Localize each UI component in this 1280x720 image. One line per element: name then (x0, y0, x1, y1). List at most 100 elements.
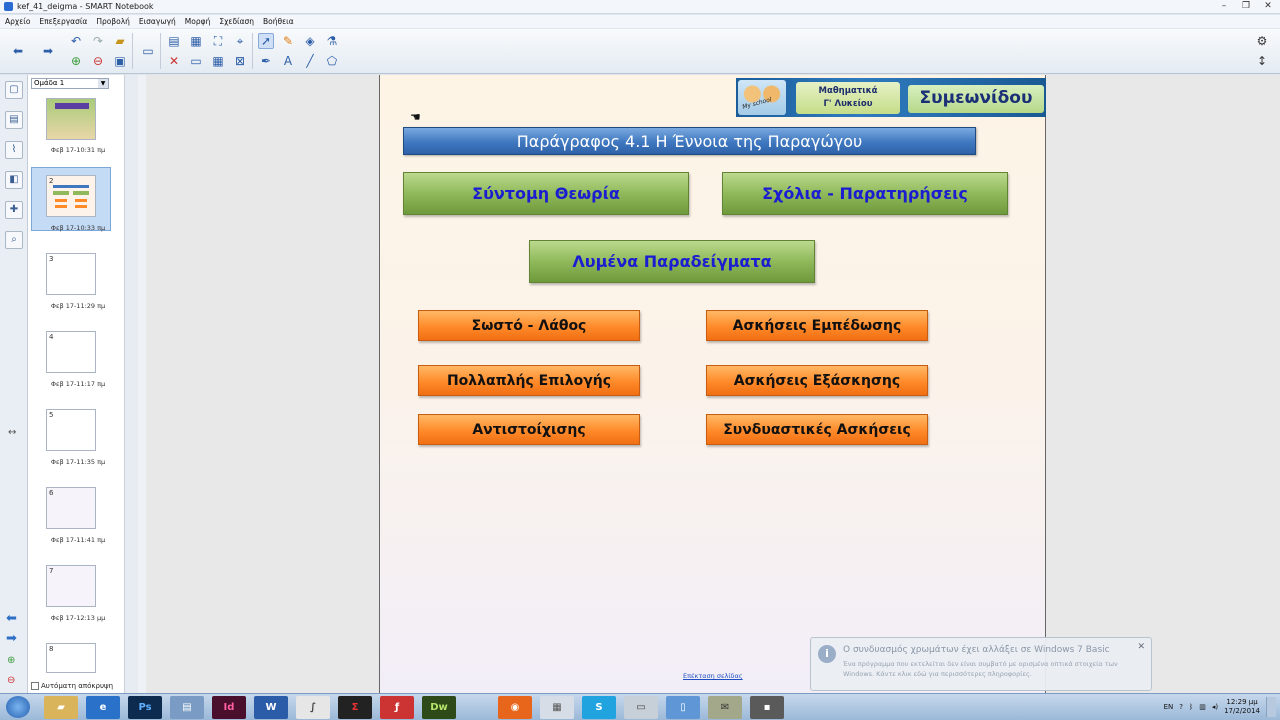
attachments-tab-icon[interactable]: ⌇ (5, 141, 23, 159)
menu-view[interactable]: Προβολή (96, 17, 130, 26)
flash-icon[interactable]: ƒ (380, 696, 414, 719)
indesign-icon[interactable]: Id (212, 696, 246, 719)
menu-draw[interactable]: Σχεδίαση (219, 17, 254, 26)
sidebar-delete-page-icon[interactable]: ⊖ (7, 675, 15, 686)
start-button[interactable] (6, 696, 30, 718)
text-tool-icon[interactable]: A (280, 53, 296, 69)
capture-icon[interactable]: ⌖ (232, 33, 248, 49)
language-indicator[interactable]: EN (1164, 703, 1174, 711)
solved-examples-button[interactable]: Λυμένα Παραδείγματα (529, 240, 815, 283)
search-tab-icon[interactable]: ⌕ (5, 231, 23, 249)
page-thumbnail-3[interactable]: 3 (46, 253, 96, 295)
word-icon[interactable]: W (254, 696, 288, 719)
clock[interactable]: 12:29 μμ 17/2/2014 (1224, 698, 1260, 716)
network-icon[interactable]: ▥ (1199, 703, 1206, 711)
notebook-page-canvas[interactable]: My school Μαθηματικά Γ' Λυκείου Συμεωνίδ… (379, 75, 1046, 693)
combined-exercises-button[interactable]: Συνδυαστικές Ασκήσεις (706, 414, 928, 445)
tex-icon[interactable]: Σ (338, 696, 372, 719)
notification-balloon[interactable]: i Ο συνδυασμός χρωμάτων έχει αλλάξει σε … (810, 637, 1152, 691)
calculator-icon[interactable]: ▦ (540, 696, 574, 719)
dual-page-icon[interactable]: ▭ (188, 53, 204, 69)
settings-gear-icon[interactable]: ⚙ (1254, 33, 1270, 49)
shape-tool-icon[interactable]: ⬠ (324, 53, 340, 69)
table-icon[interactable]: ▦ (210, 53, 226, 69)
undo-icon[interactable]: ↶ (68, 33, 84, 49)
smart-notebook-task-icon[interactable]: ▯ (666, 696, 700, 719)
page-thumbnail-8[interactable]: 8 (46, 643, 96, 673)
sidebar-back-icon[interactable]: ⬅ (6, 611, 17, 626)
maximize-button[interactable]: ❐ (1238, 1, 1254, 12)
comments-remarks-button[interactable]: Σχόλια - Παρατηρήσεις (722, 172, 1008, 215)
firefox-icon[interactable]: ◉ (498, 696, 532, 719)
dreamweaver-icon[interactable]: Dw (422, 696, 456, 719)
notebook-app-icon[interactable]: ▤ (170, 696, 204, 719)
sidebar-forward-icon[interactable]: ➡ (6, 631, 17, 646)
move-toolbar-icon[interactable]: ↕ (1254, 53, 1270, 69)
extend-page-link[interactable]: Επέκταση σελίδας (683, 672, 743, 680)
page-sorter-tab-icon[interactable]: ▢ (5, 81, 23, 99)
volume-icon[interactable]: ◂) (1212, 703, 1218, 711)
mathtype-icon[interactable]: ∫ (296, 696, 330, 719)
page-thumbnail-7[interactable]: 7 (46, 565, 96, 607)
practice-exercises-button[interactable]: Ασκήσεις Εξάσκησης (706, 365, 928, 396)
addons-tab-icon[interactable]: ✚ (5, 201, 23, 219)
multiple-choice-button[interactable]: Πολλαπλής Επιλογής (418, 365, 640, 396)
delete-page-icon[interactable]: ⊖ (90, 53, 106, 69)
help-icon[interactable]: ? (1179, 703, 1183, 711)
toolbar: ⬅ ➡ ↶ ↷ ▰ ⊕ ⊖ ▣ ▭ ▤ ▦ ⛶ ⌖ ✕ ▭ ▦ ⊠ ➚ ✎ ◈ … (0, 29, 1280, 74)
photoshop-icon[interactable]: Ps (128, 696, 162, 719)
page-thumbnail-6[interactable]: 6 (46, 487, 96, 529)
misc-app-icon[interactable]: ▪ (750, 696, 784, 719)
previous-page-icon[interactable]: ⬅ (10, 43, 26, 59)
page-thumbnail-5[interactable]: 5 (46, 409, 96, 451)
mail-app-icon[interactable]: ✉ (708, 696, 742, 719)
short-theory-button[interactable]: Σύντομη Θεωρία (403, 172, 689, 215)
full-screen-icon[interactable]: ⛶ (210, 33, 226, 49)
group-dropdown[interactable]: Ομάδα 1 ▼ (31, 78, 109, 89)
menu-file[interactable]: Αρχείο (5, 17, 30, 26)
page-thumbnail-2[interactable]: 2 (46, 175, 96, 217)
properties-tab-icon[interactable]: ◧ (5, 171, 23, 189)
sorter-scrollbar[interactable] (124, 75, 138, 695)
document-camera-icon[interactable]: ⊠ (232, 53, 248, 69)
screen-shade-icon[interactable]: ▦ (188, 33, 204, 49)
auto-hide-checkbox[interactable] (31, 682, 39, 690)
close-button[interactable]: ✕ (1260, 1, 1276, 12)
paste-icon[interactable]: ▤ (166, 33, 182, 49)
matching-button[interactable]: Αντιστοίχισης (418, 414, 640, 445)
menu-help[interactable]: Βοήθεια (263, 17, 294, 26)
menu-format[interactable]: Μορφή (185, 17, 211, 26)
gallery-tab-icon[interactable]: ▤ (5, 111, 23, 129)
true-false-button[interactable]: Σωστό - Λάθος (418, 310, 640, 341)
page-thumbnail-1[interactable] (46, 98, 96, 140)
notification-close-icon[interactable]: ✕ (1137, 642, 1145, 652)
explorer-icon[interactable]: ▰ (44, 696, 78, 719)
folder-app-icon[interactable]: ▭ (624, 696, 658, 719)
sidebar-add-page-icon[interactable]: ⊕ (7, 655, 15, 666)
move-sidebar-icon[interactable]: ↔ (8, 427, 16, 438)
menu-insert[interactable]: Εισαγωγή (139, 17, 176, 26)
page-thumbnail-4[interactable]: 4 (46, 331, 96, 373)
next-page-icon[interactable]: ➡ (40, 43, 56, 59)
internet-explorer-icon[interactable]: e (86, 696, 120, 719)
eraser-icon[interactable]: ◈ (302, 33, 318, 49)
save-icon[interactable]: ▣ (112, 53, 128, 69)
bluetooth-icon[interactable]: ᛒ (1189, 703, 1193, 711)
magic-pen-icon[interactable]: ✎ (280, 33, 296, 49)
line-tool-icon[interactable]: ╱ (302, 53, 318, 69)
menu-edit[interactable]: Επεξεργασία (39, 17, 87, 26)
pen-tool-icon[interactable]: ✒ (258, 53, 274, 69)
fill-icon[interactable]: ⚗ (324, 33, 340, 49)
redo-icon[interactable]: ↷ (90, 33, 106, 49)
consolidation-exercises-button[interactable]: Ασκήσεις Εμπέδωσης (706, 310, 928, 341)
add-page-icon[interactable]: ⊕ (68, 53, 84, 69)
auto-hide-option[interactable]: Αυτόματη απόκρυψη (31, 682, 113, 690)
sidebar-resize-handle[interactable] (138, 75, 146, 695)
select-tool-icon[interactable]: ➚ (258, 33, 274, 49)
show-desktop-button[interactable] (1266, 697, 1276, 717)
minimize-button[interactable]: – (1216, 1, 1232, 12)
display-screen-icon[interactable]: ▭ (140, 43, 156, 59)
delete-icon[interactable]: ✕ (166, 53, 182, 69)
skype-icon[interactable]: S (582, 696, 616, 719)
open-folder-icon[interactable]: ▰ (112, 33, 128, 49)
